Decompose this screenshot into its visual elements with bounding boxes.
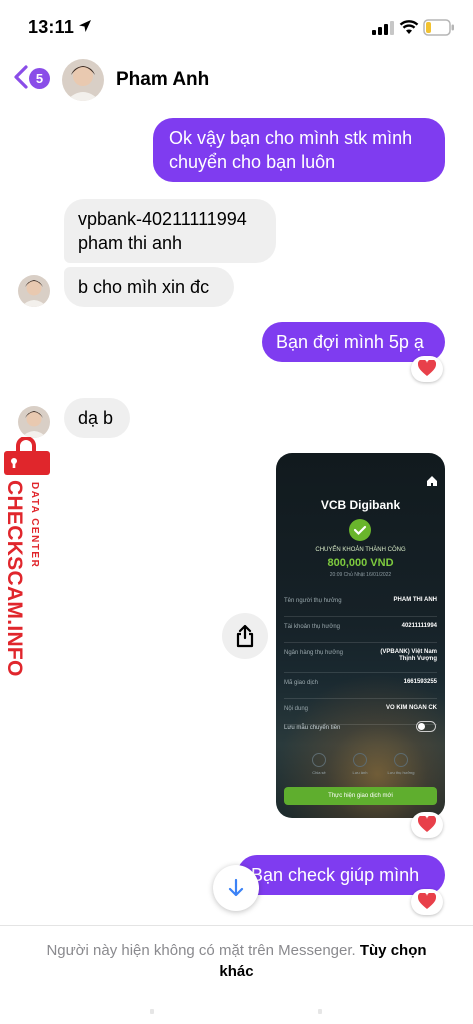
message-bubble-incoming[interactable]: vpbank-40211111994 pham thi anh xyxy=(64,199,276,263)
location-arrow-icon xyxy=(79,20,91,32)
user-icon xyxy=(394,753,408,767)
share-icon xyxy=(312,753,326,767)
receipt-new-transaction-button: Thực hiện giao dịch mới xyxy=(284,787,437,805)
receipt-row: Nội dung VO KIM NGAN CK xyxy=(284,699,437,725)
receipt-action: Chia sẻ xyxy=(304,753,334,775)
message-bubble-incoming[interactable]: dạ b xyxy=(64,398,130,438)
share-icon xyxy=(236,624,254,648)
receipt-status: CHUYỂN KHOẢN THÀNH CÔNG xyxy=(315,547,406,553)
unavailable-notice: Người này hiện không có mặt trên Messeng… xyxy=(36,940,437,982)
receipt-row: Mã giao dịch 1661593255 xyxy=(284,673,437,699)
lock-watermark-icon xyxy=(4,437,50,475)
message-text: Bạn đợi mình 5p ạ xyxy=(276,332,424,352)
receipt-action: Lưu thụ hưởng xyxy=(386,753,416,775)
camera-icon xyxy=(353,753,367,767)
watermark-site: CHECKSCAM.INFO xyxy=(3,480,26,677)
arrow-down-icon xyxy=(228,878,244,897)
unread-badge[interactable]: 5 xyxy=(29,68,50,89)
receipt-amount: 800,000 VND xyxy=(327,557,394,569)
contact-avatar-small[interactable] xyxy=(18,406,50,438)
share-button[interactable] xyxy=(222,613,268,659)
notice-text: Người này hiện không có mặt trên Messeng… xyxy=(46,942,356,959)
contact-name[interactable]: Pham Anh xyxy=(116,69,209,91)
message-bubble-outgoing[interactable]: Bạn đợi mình 5p ạ xyxy=(262,322,445,362)
status-bar: 13:11 xyxy=(0,0,473,50)
scroll-to-bottom-button[interactable] xyxy=(213,865,259,911)
battery-icon xyxy=(423,19,454,36)
contact-avatar-small[interactable] xyxy=(18,275,50,307)
heart-reaction[interactable] xyxy=(411,812,443,838)
message-text: Ok vậy bạn cho mình stk mình chuyển cho … xyxy=(169,128,413,172)
message-text: vpbank-40211111994 pham thi anh xyxy=(78,209,247,253)
status-time: 13:11 xyxy=(28,17,75,37)
heart-reaction[interactable] xyxy=(411,356,443,382)
shared-image-receipt[interactable]: VCB Digibank CHUYỂN KHOẢN THÀNH CÔNG 800… xyxy=(276,453,445,818)
message-text: b cho mìh xin đc xyxy=(78,277,210,297)
receipt-brand: VCB Digibank xyxy=(320,498,401,512)
receipt-row: Tài khoản thụ hưởng 40211111994 xyxy=(284,617,437,643)
message-bubble-incoming[interactable]: b cho mìh xin đc xyxy=(64,267,234,307)
composer-footer: Người này hiện không có mặt trên Messeng… xyxy=(0,925,473,1024)
watermark-tag: DATA CENTER xyxy=(29,482,40,569)
receipt-date: 20:09 Chủ Nhật 16/01/2022 xyxy=(329,572,392,578)
heart-icon xyxy=(417,892,437,909)
save-template-toggle xyxy=(416,721,436,732)
save-template-label: Lưu mẫu chuyển tiền xyxy=(284,725,341,731)
wifi-icon xyxy=(399,20,419,34)
receipt-row: Ngân hàng thụ hưởng (VPBANK) Việt Nam Thị… xyxy=(284,643,437,673)
success-check-icon xyxy=(349,519,371,541)
back-chevron-icon[interactable] xyxy=(12,64,30,90)
receipt-action: Lưu ảnh xyxy=(345,753,375,775)
heart-icon xyxy=(417,359,437,376)
receipt-row: Tên người thụ hưởng PHAM THI ANH xyxy=(284,591,437,617)
heart-reaction[interactable] xyxy=(411,889,443,915)
contact-avatar[interactable] xyxy=(62,59,104,101)
message-text: Bạn check giúp mình xyxy=(251,865,420,885)
home-icon xyxy=(427,476,437,486)
message-bubble-outgoing[interactable]: Ok vậy bạn cho mình stk mình chuyển cho … xyxy=(153,118,445,182)
home-indicator xyxy=(150,1009,322,1014)
message-text: dạ b xyxy=(78,408,114,428)
message-bubble-outgoing[interactable]: Bạn check giúp mình xyxy=(237,855,445,895)
heart-icon xyxy=(417,815,437,832)
chat-header: 5 Pham Anh xyxy=(0,50,473,108)
signal-icon xyxy=(372,21,394,35)
